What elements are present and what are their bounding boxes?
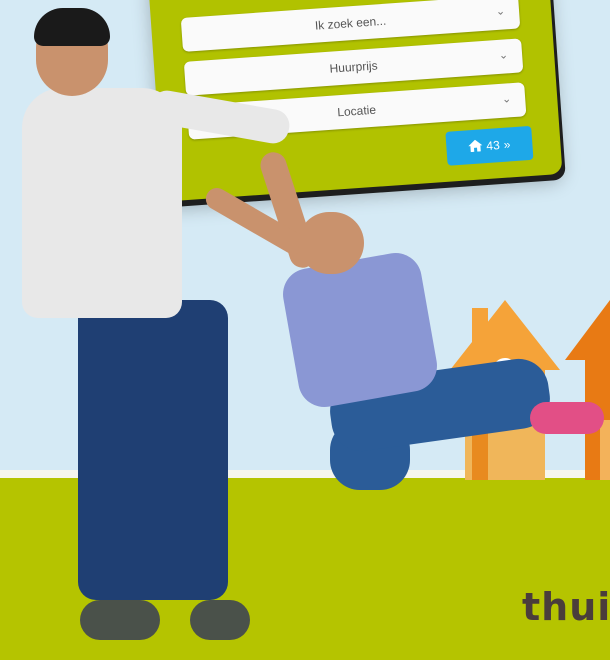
type-select-label: Ik zoek een... <box>314 13 387 33</box>
boy-shoe <box>530 402 604 434</box>
chevron-down-icon: ⌄ <box>498 49 509 62</box>
chevron-down-icon: ⌄ <box>501 93 512 106</box>
show-results-button[interactable]: 43 » <box>445 125 534 166</box>
man-shoe <box>190 600 250 640</box>
boy-shirt <box>278 248 442 412</box>
man-hair <box>34 8 110 46</box>
chevron-down-icon: ⌄ <box>495 5 506 19</box>
price-select-label: Huurprijs <box>329 58 379 76</box>
chevron-right-icon: » <box>503 137 511 152</box>
location-select-label: Locatie <box>336 102 377 120</box>
results-count: 43 <box>485 138 501 153</box>
boy-head <box>298 212 364 274</box>
man-jeans <box>78 300 228 600</box>
brand-logo-text: thuis <box>522 585 610 629</box>
man-shoe <box>80 600 160 640</box>
home-icon <box>468 139 483 155</box>
house-illustration-2 <box>565 300 610 480</box>
